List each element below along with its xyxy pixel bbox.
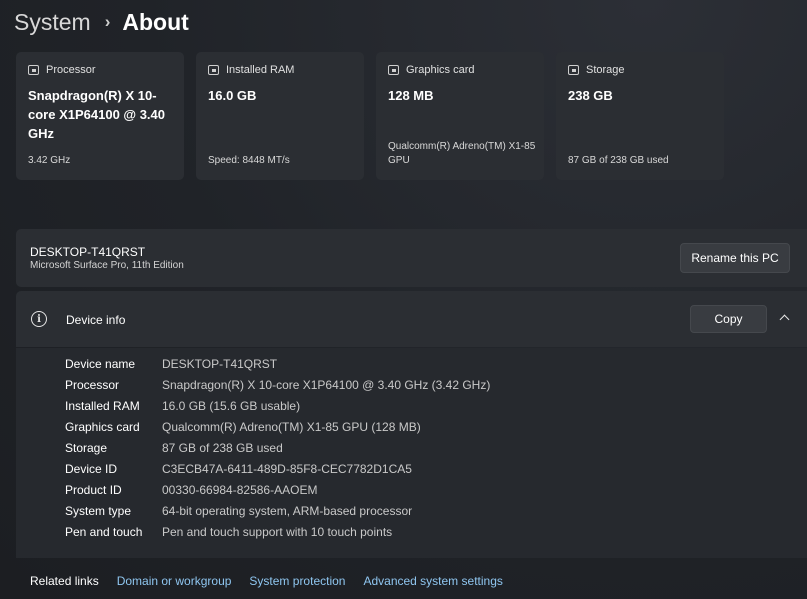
spec-label: Installed RAM — [226, 64, 295, 76]
info-icon: i — [31, 311, 47, 327]
link-advanced-system-settings[interactable]: Advanced system settings — [363, 574, 502, 588]
info-label: Device name — [65, 357, 136, 371]
info-label: Pen and touch — [65, 525, 143, 539]
info-row-device-id: Device ID C3ECB47A-6411-489D-85F8-CEC778… — [65, 462, 412, 482]
info-value: 64-bit operating system, ARM-based proce… — [162, 504, 413, 518]
spec-sub: 87 GB of 238 GB used — [568, 155, 669, 166]
device-info-header[interactable]: i Device info Copy — [16, 291, 807, 347]
pc-model: Microsoft Surface Pro, 11th Edition — [30, 260, 184, 271]
spec-value: 238 GB — [568, 88, 613, 103]
chevron-right-icon: › — [104, 12, 111, 31]
graphics-card-icon — [388, 65, 399, 75]
info-row-storage: Storage 87 GB of 238 GB used — [65, 441, 283, 461]
info-value: Snapdragon(R) X 10-core X1P64100 @ 3.40 … — [162, 378, 491, 392]
rename-pc-button[interactable]: Rename this PC — [680, 243, 790, 273]
info-label: Processor — [65, 378, 120, 392]
spec-card-storage: Storage 238 GB 87 GB of 238 GB used — [556, 52, 724, 180]
pc-name-section: DESKTOP-T41QRST Microsoft Surface Pro, 1… — [16, 229, 807, 287]
storage-icon — [568, 65, 579, 75]
info-label: Product ID — [65, 483, 122, 497]
info-row-device-name: Device name DESKTOP-T41QRST — [65, 357, 277, 377]
spec-sub: Speed: 8448 MT/s — [208, 155, 290, 166]
info-row-system-type: System type 64-bit operating system, ARM… — [65, 504, 412, 524]
info-row-installed-ram: Installed RAM 16.0 GB (15.6 GB usable) — [65, 399, 300, 419]
processor-icon — [28, 65, 39, 75]
breadcrumb: System › About — [14, 6, 189, 38]
info-label: Storage — [65, 441, 108, 455]
related-links-bar: Related links Domain or workgroup System… — [16, 562, 807, 599]
ram-icon — [208, 65, 219, 75]
spec-card-processor: Processor Snapdragon(R) X 10-core X1P641… — [16, 52, 184, 180]
breadcrumb-system[interactable]: System — [14, 9, 91, 36]
info-value: DESKTOP-T41QRST — [162, 357, 278, 371]
info-label: Installed RAM — [65, 399, 140, 413]
info-label: Graphics card — [65, 420, 140, 434]
page-title: About — [122, 8, 189, 35]
info-value: Qualcomm(R) Adreno(TM) X1-85 GPU (128 MB… — [162, 420, 421, 434]
info-row-graphics-card: Graphics card Qualcomm(R) Adreno(TM) X1-… — [65, 420, 421, 440]
device-info-title: Device info — [66, 313, 126, 327]
link-system-protection[interactable]: System protection — [249, 574, 345, 588]
info-row-pen-and-touch: Pen and touch Pen and touch support with… — [65, 525, 392, 545]
spec-sub: Qualcomm(R) Adreno(TM) X1-85 GPU — [388, 141, 536, 166]
link-domain-or-workgroup[interactable]: Domain or workgroup — [117, 574, 232, 588]
spec-value: Snapdragon(R) X 10-core X1P64100 @ 3.40 … — [28, 88, 165, 141]
copy-button[interactable]: Copy — [690, 305, 767, 333]
spec-sub: 3.42 GHz — [28, 155, 71, 166]
info-value: 87 GB of 238 GB used — [162, 441, 283, 455]
info-value: C3ECB47A-6411-489D-85F8-CEC7782D1CA5 — [162, 462, 412, 476]
spec-label: Storage — [586, 64, 625, 76]
spec-card-graphics: Graphics card 128 MB Qualcomm(R) Adreno(… — [376, 52, 544, 180]
spec-label: Processor — [46, 64, 96, 76]
chevron-up-icon[interactable] — [778, 311, 790, 323]
device-info-body: Device name DESKTOP-T41QRST Processor Sn… — [16, 348, 807, 558]
spec-card-ram: Installed RAM 16.0 GB Speed: 8448 MT/s — [196, 52, 364, 180]
info-value: Pen and touch support with 10 touch poin… — [162, 525, 393, 539]
related-links-label: Related links — [30, 573, 99, 588]
pc-name: DESKTOP-T41QRST — [30, 245, 146, 259]
info-row-processor: Processor Snapdragon(R) X 10-core X1P641… — [65, 378, 490, 398]
info-value: 16.0 GB (15.6 GB usable) — [162, 399, 301, 413]
info-label: System type — [65, 504, 132, 518]
spec-value: 16.0 GB — [208, 88, 257, 103]
info-value: 00330-66984-82586-AAOEM — [162, 483, 318, 497]
info-label: Device ID — [65, 462, 118, 476]
spec-value: 128 MB — [388, 88, 434, 103]
spec-label: Graphics card — [406, 64, 475, 76]
info-row-product-id: Product ID 00330-66984-82586-AAOEM — [65, 483, 317, 503]
